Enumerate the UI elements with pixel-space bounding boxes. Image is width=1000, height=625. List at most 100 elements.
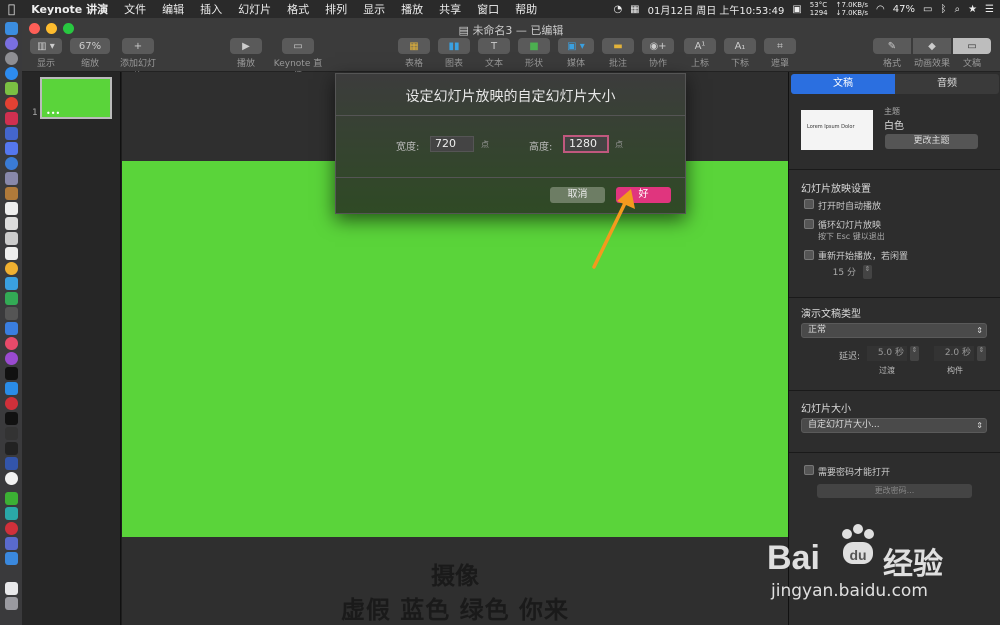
dock-vivaldi-icon[interactable] — [5, 397, 18, 410]
dock-app-icon[interactable] — [5, 172, 18, 185]
slide-size-select[interactable]: 自定幻灯片大小... ⇕ — [801, 418, 987, 433]
menubar-datetime[interactable]: 01月12日 周日 上午10:53:49 — [648, 2, 785, 17]
zoom-button[interactable]: 67% 缩放 — [70, 38, 110, 69]
menu-view[interactable]: 显示 — [355, 1, 393, 17]
network-readout[interactable]: ↑7.0KB/s ↓7.0KB/s — [836, 1, 868, 17]
menu-help[interactable]: 帮助 — [507, 1, 545, 17]
dock-app-icon[interactable] — [5, 187, 18, 200]
superscript-button[interactable]: A¹ 上标 — [682, 38, 718, 69]
comment-button[interactable]: ▬ 批注 — [600, 38, 636, 69]
menu-play[interactable]: 播放 — [393, 1, 431, 17]
menu-extra-icon[interactable]: ☰ — [985, 4, 994, 15]
loop-checkbox[interactable] — [804, 219, 814, 229]
dock-keynote-icon[interactable] — [5, 322, 18, 335]
require-password-checkbox[interactable] — [804, 465, 814, 475]
speedometer-icon[interactable]: ◔ — [613, 4, 622, 15]
dock-siri-icon[interactable] — [5, 37, 18, 50]
dock-app-icon[interactable] — [5, 552, 18, 565]
dock-music-icon[interactable] — [5, 337, 18, 350]
dock-photos-icon[interactable] — [5, 262, 18, 275]
format-button[interactable]: ✎ 格式 — [872, 38, 912, 69]
transition-delay-field[interactable]: 5.0 秒 — [867, 346, 907, 361]
dock-launchpad-icon[interactable] — [5, 52, 18, 65]
apple-icon[interactable]:  — [0, 2, 23, 16]
dock-wechat-icon[interactable] — [5, 492, 18, 505]
dock-app-icon[interactable] — [5, 142, 18, 155]
menu-slide[interactable]: 幻灯片 — [230, 1, 279, 17]
subscript-button[interactable]: A₁ 下标 — [722, 38, 758, 69]
dock-podcast-icon[interactable] — [5, 352, 18, 365]
dock-app-icon[interactable] — [5, 232, 18, 245]
dock-chrome-icon[interactable] — [5, 97, 18, 110]
menu-edit[interactable]: 编辑 — [154, 1, 192, 17]
stats-icon[interactable]: ▣ — [792, 4, 801, 15]
dock-app-icon[interactable] — [5, 127, 18, 140]
dock-app-icon[interactable] — [5, 112, 18, 125]
height-field[interactable]: 1280 — [563, 135, 609, 153]
dock-yandex-icon[interactable] — [5, 472, 18, 485]
dock-app-icon[interactable] — [5, 277, 18, 290]
document-button[interactable]: ▭ 文稿 — [952, 38, 992, 69]
autoplay-checkbox[interactable] — [804, 199, 814, 209]
change-theme-button[interactable]: 更改主题 — [885, 134, 978, 149]
animate-button[interactable]: ◆ 动画效果 — [910, 38, 954, 69]
presentation-type-select[interactable]: 正常 ⇕ — [801, 323, 987, 338]
battery-percent[interactable]: 47% — [893, 4, 915, 15]
idle-minutes-field[interactable]: 15 分 — [821, 265, 859, 279]
width-field[interactable]: 720 — [430, 136, 474, 152]
dock-app-icon[interactable] — [5, 307, 18, 320]
dock-finder-icon[interactable] — [5, 22, 18, 35]
star-icon[interactable]: ★ — [968, 4, 977, 15]
slide[interactable] — [122, 161, 788, 537]
dock-app-icon[interactable] — [5, 537, 18, 550]
table-button[interactable]: ▦ 表格 — [396, 38, 432, 69]
menu-format[interactable]: 格式 — [279, 1, 317, 17]
dock-app-icon[interactable] — [5, 442, 18, 455]
dock-app-icon[interactable] — [5, 247, 18, 260]
tab-audio[interactable]: 音频 — [895, 74, 999, 94]
dock-android-icon[interactable] — [5, 82, 18, 95]
restart-idle-checkbox[interactable] — [804, 250, 814, 260]
calendar-icon[interactable]: ▦ — [630, 4, 639, 15]
dock-app-icon[interactable] — [5, 292, 18, 305]
dock-app-icon[interactable] — [5, 157, 18, 170]
dock-app-icon[interactable] — [5, 522, 18, 535]
play-button[interactable]: ▶ 播放 — [228, 38, 264, 69]
transition-delay-stepper[interactable]: ⇕ — [910, 346, 919, 361]
battery-icon[interactable]: ▭ — [923, 4, 932, 15]
theme-preview[interactable]: Lorem Ipsum Dolor — [801, 110, 873, 150]
dock-app-icon[interactable] — [5, 507, 18, 520]
idle-minutes-stepper[interactable]: ⇕ — [863, 265, 872, 279]
dock-appletv-icon[interactable] — [5, 367, 18, 380]
change-password-button[interactable]: 更改密码... — [817, 484, 972, 498]
shape-button[interactable]: ■ 形状 — [516, 38, 552, 69]
dock-app-icon[interactable] — [5, 217, 18, 230]
wifi-icon[interactable]: ◠ — [876, 4, 885, 15]
bluetooth-icon[interactable]: ᛒ — [940, 4, 946, 15]
dock-trash-icon[interactable] — [5, 597, 18, 610]
dock-terminal-icon[interactable] — [5, 412, 18, 425]
menu-window[interactable]: 窗口 — [469, 1, 507, 17]
collaborate-button[interactable]: ◉+ 协作 — [640, 38, 676, 69]
build-delay-stepper[interactable]: ⇕ — [977, 346, 986, 361]
dock-app-icon[interactable] — [5, 457, 18, 470]
dock-document-icon[interactable] — [5, 582, 18, 595]
tab-document[interactable]: 文稿 — [791, 74, 895, 94]
search-icon[interactable]: ⌕ — [954, 4, 960, 15]
dock-calendar-icon[interactable] — [5, 202, 18, 215]
dock-safari-icon[interactable] — [5, 67, 18, 80]
temp-fan-readout[interactable]: 53°C 1294 — [810, 1, 828, 17]
menu-arrange[interactable]: 排列 — [317, 1, 355, 17]
menu-app[interactable]: Keynote 讲演 — [23, 1, 116, 17]
menu-file[interactable]: 文件 — [116, 1, 154, 17]
text-button[interactable]: T 文本 — [476, 38, 512, 69]
menu-insert[interactable]: 插入 — [192, 1, 230, 17]
slide-thumbnail[interactable]: ••• — [40, 77, 112, 119]
menu-share[interactable]: 共享 — [431, 1, 469, 17]
dock-appstore-icon[interactable] — [5, 382, 18, 395]
media-button[interactable]: ▣ ▾ 媒体 — [556, 38, 596, 69]
dock-app-icon[interactable] — [5, 427, 18, 440]
view-button[interactable]: ▥ ▾ 显示 — [30, 38, 62, 69]
chart-button[interactable]: ▮▮ 图表 — [436, 38, 472, 69]
mask-button[interactable]: ⌗ 遮罩 — [762, 38, 798, 69]
